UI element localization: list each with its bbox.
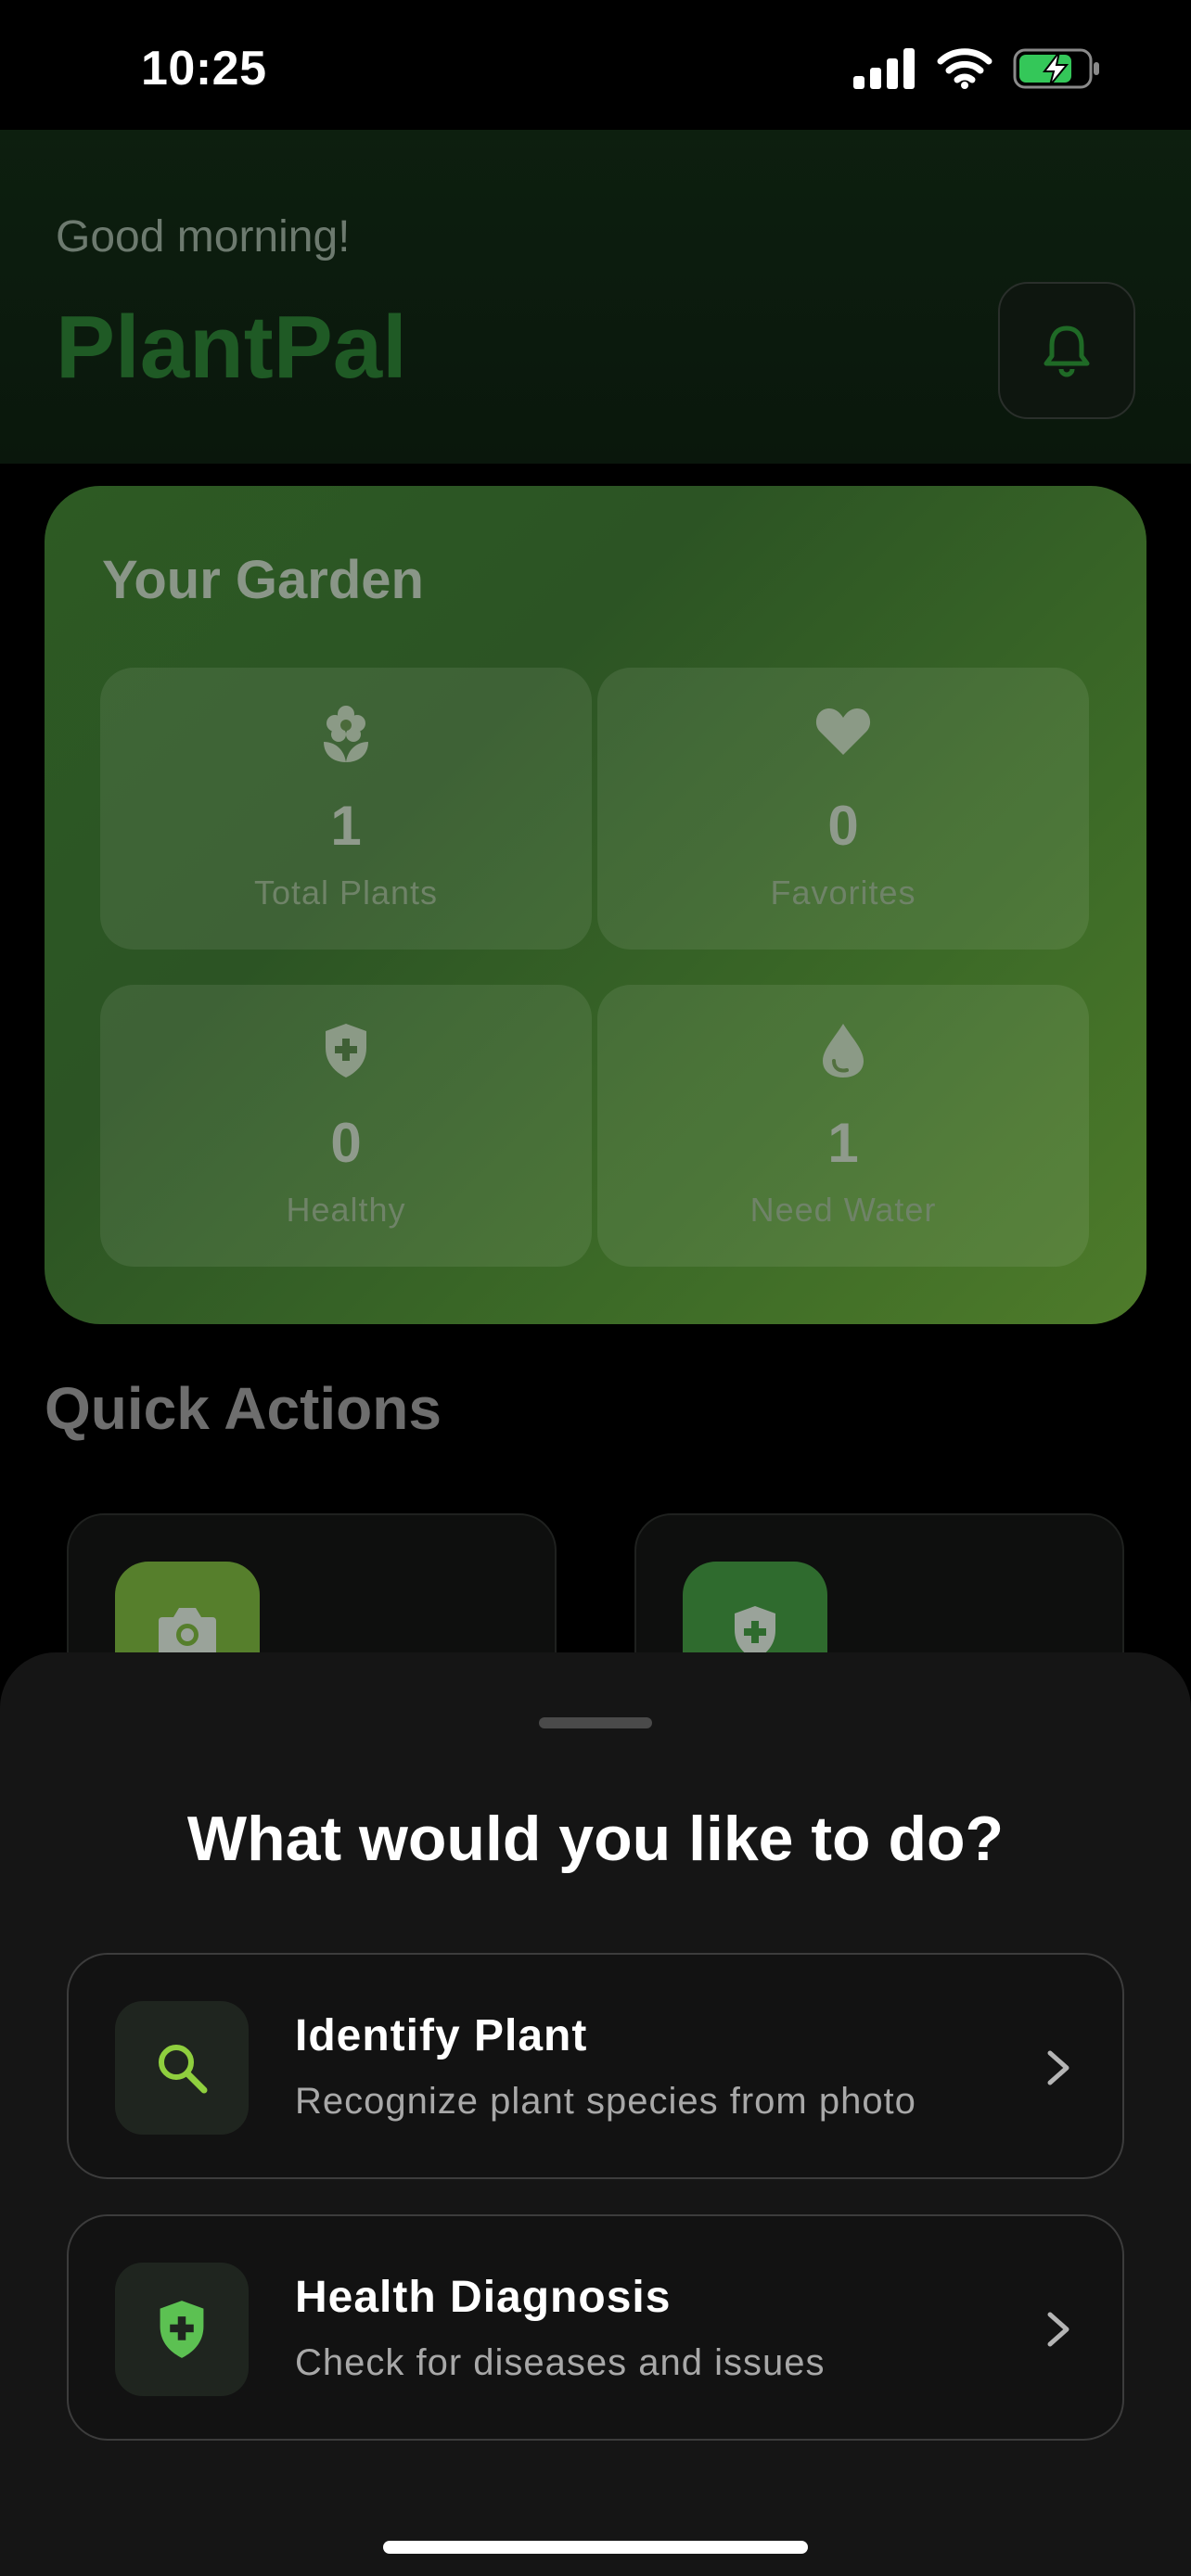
identify-plant-option[interactable]: Identify Plant Recognize plant species f… <box>67 1953 1124 2179</box>
identify-icon-badge <box>115 2001 249 2135</box>
status-bar: 10:25 <box>0 0 1191 130</box>
stat-need-water[interactable]: 1 Need Water <box>597 985 1089 1267</box>
stat-value: 1 <box>330 795 362 857</box>
heart-icon <box>815 708 871 755</box>
bell-icon <box>1044 325 1090 377</box>
stat-label: Need Water <box>749 1191 937 1229</box>
shield-plus-icon <box>160 2301 204 2358</box>
cellular-signal-icon <box>853 48 915 89</box>
garden-summary-card: Your Garden 1 Total Plants 0 Favorites 0… <box>45 486 1146 1324</box>
garden-title: Your Garden <box>102 550 424 610</box>
shield-plus-icon <box>326 1024 366 1078</box>
quick-actions-title: Quick Actions <box>45 1375 442 1442</box>
chevron-right-icon <box>1047 2050 1069 2085</box>
option-title: Identify Plant <box>295 2011 588 2060</box>
stat-healthy[interactable]: 0 Healthy <box>100 985 592 1267</box>
greeting-text: Good morning! <box>56 212 351 261</box>
notifications-button[interactable] <box>998 282 1135 419</box>
diagnosis-icon-badge <box>115 2263 249 2396</box>
stat-favorites[interactable]: 0 Favorites <box>597 668 1089 950</box>
sheet-drag-handle[interactable] <box>539 1717 652 1728</box>
option-subtitle: Recognize plant species from photo <box>295 2081 916 2122</box>
option-title: Health Diagnosis <box>295 2273 672 2322</box>
stat-value: 0 <box>330 1112 362 1174</box>
sheet-title: What would you like to do? <box>186 1804 1005 1874</box>
stat-total-plants[interactable]: 1 Total Plants <box>100 668 592 950</box>
home-indicator[interactable] <box>383 2541 808 2554</box>
stat-label: Favorites <box>770 874 916 912</box>
status-icons <box>853 48 1102 89</box>
chevron-right-icon <box>1047 2312 1069 2347</box>
app-title: PlantPal <box>56 298 407 397</box>
option-subtitle: Check for diseases and issues <box>295 2342 826 2383</box>
search-icon <box>159 2045 208 2094</box>
flower-icon <box>324 706 368 762</box>
action-bottom-sheet: What would you like to do? Identify Plan… <box>0 1652 1191 2576</box>
stat-label: Healthy <box>286 1191 406 1229</box>
battery-charging-icon <box>1013 48 1099 89</box>
stat-value: 1 <box>827 1112 859 1174</box>
status-time: 10:25 <box>141 42 267 96</box>
health-diagnosis-option[interactable]: Health Diagnosis Check for diseases and … <box>67 2214 1124 2441</box>
wifi-icon <box>937 48 992 89</box>
header: Good morning! PlantPal <box>0 130 1191 464</box>
camera-icon <box>159 1608 216 1655</box>
stat-label: Total Plants <box>253 874 439 912</box>
water-drop-icon <box>823 1024 864 1078</box>
stat-value: 0 <box>827 795 859 857</box>
